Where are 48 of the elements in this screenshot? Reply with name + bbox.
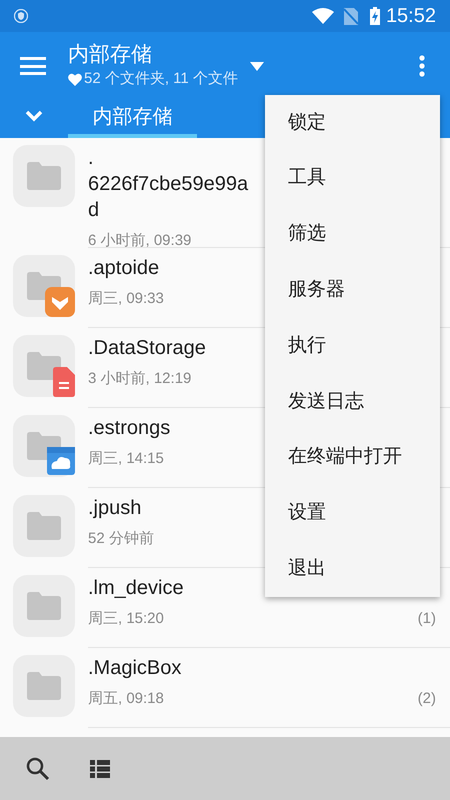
more-options-icon[interactable] xyxy=(419,55,425,77)
file-date: 3 小时前, 12:19 xyxy=(88,369,192,389)
folder-icon xyxy=(27,672,61,700)
file-date: 周三, 15:20 xyxy=(88,609,164,629)
folder-summary: 52 个文件夹, 11 个文件 xyxy=(84,68,238,89)
chevron-down-icon[interactable] xyxy=(25,110,43,122)
folder-icon xyxy=(27,512,61,540)
item-count: (2) xyxy=(418,689,436,709)
menu-item[interactable]: 退出 xyxy=(265,541,440,598)
file-date: 6 小时前, 09:39 xyxy=(88,231,192,251)
menu-item[interactable]: 在终端中打开 xyxy=(265,430,440,486)
folder-tile[interactable] xyxy=(13,255,75,317)
folder-tile[interactable] xyxy=(13,415,75,477)
path-tab[interactable]: 内部存储 xyxy=(68,100,197,138)
shield-icon xyxy=(14,9,28,23)
folder-icon xyxy=(27,592,61,620)
heart-icon xyxy=(68,72,82,86)
menu-item[interactable]: 设置 xyxy=(265,486,440,542)
file-date: 52 分钟前 xyxy=(88,529,154,549)
folder-tile[interactable] xyxy=(13,145,75,207)
menu-item[interactable]: 筛选 xyxy=(265,206,440,262)
folder-tile[interactable] xyxy=(13,655,75,717)
file-date: 周三, 14:15 xyxy=(88,449,164,469)
toolbar-title: 内部存储 xyxy=(68,42,153,68)
menu-item[interactable]: 执行 xyxy=(265,318,440,374)
file-date: 周五, 09:18 xyxy=(88,689,164,709)
wifi-icon xyxy=(312,8,334,24)
clock: 15:52 xyxy=(386,4,436,29)
dropdown-caret-icon[interactable] xyxy=(250,62,264,70)
file-name[interactable]: .MagicBox xyxy=(88,655,436,681)
menu-item[interactable]: 服务器 xyxy=(265,262,440,318)
folder-tile[interactable] xyxy=(13,575,75,637)
folder-tile[interactable] xyxy=(13,495,75,557)
no-sim-icon xyxy=(344,8,358,24)
cloud-app-icon xyxy=(47,447,75,475)
folder-icon xyxy=(27,162,61,190)
grid-view-icon[interactable] xyxy=(90,760,110,778)
menu-item[interactable]: 锁定 xyxy=(265,95,440,151)
file-date: 周三, 09:33 xyxy=(88,289,164,309)
app-badge-icon xyxy=(45,287,75,317)
menu-button[interactable] xyxy=(20,54,48,78)
menu-item[interactable]: 发送日志 xyxy=(265,374,440,430)
battery-charging-icon xyxy=(370,7,380,25)
folder-tile[interactable] xyxy=(13,335,75,397)
search-icon[interactable] xyxy=(26,756,50,780)
item-count: (1) xyxy=(418,609,436,629)
menu-item[interactable]: 工具 xyxy=(265,150,440,207)
document-icon xyxy=(53,367,75,397)
